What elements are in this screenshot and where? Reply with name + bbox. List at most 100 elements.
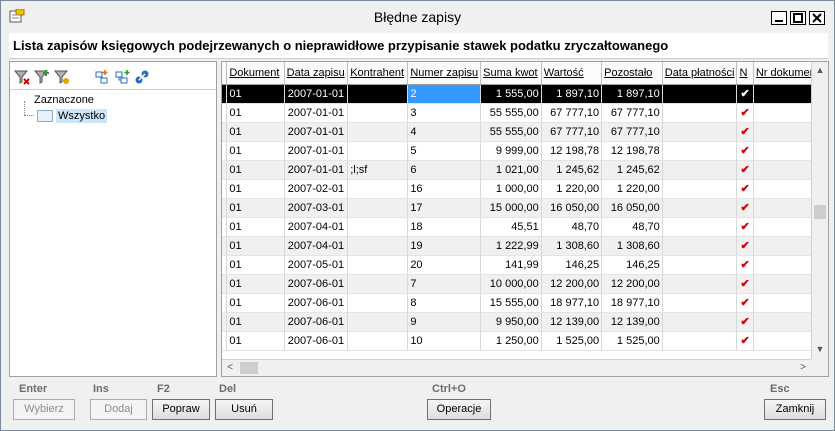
cell-wartosc[interactable]: 1 245,62 xyxy=(541,160,603,180)
cell-kontrahent[interactable]: ;l;sf xyxy=(347,160,409,180)
table-row[interactable]: 01 2007-06-01 9 9 950,00 12 139,00 12 139,00 ✔ xyxy=(222,312,828,332)
cell-dokument[interactable]: 01 xyxy=(226,255,285,275)
table-row[interactable]: 01 2007-01-01 3 55 555,00 67 777,10 67 777,10… xyxy=(222,103,828,123)
cell-data-platnosci[interactable] xyxy=(662,103,738,123)
cell-suma-kwot[interactable]: 10 000,00 xyxy=(480,274,542,294)
cell-wartosc[interactable]: 1 220,00 xyxy=(541,179,603,199)
cell-kontrahent[interactable] xyxy=(347,122,409,142)
cell-pozostalo[interactable]: 48,70 xyxy=(601,217,663,237)
filter-edit-icon[interactable] xyxy=(54,69,70,85)
cell-dokument[interactable]: 01 xyxy=(226,293,285,313)
check-icon[interactable]: ✔ xyxy=(736,217,754,237)
cell-dokument[interactable]: 01 xyxy=(226,217,285,237)
cell-dokument[interactable]: 01 xyxy=(226,141,285,161)
table-row[interactable]: 01 2007-01-01 2 1 555,00 1 897,10 1 897,10 ✔ xyxy=(222,84,828,104)
table-row[interactable]: 01 2007-04-01 19 1 222,99 1 308,60 1 308,60 ✔ xyxy=(222,236,828,256)
cell-suma-kwot[interactable]: 55 555,00 xyxy=(480,103,542,123)
table-row[interactable]: 01 2007-05-01 20 141,99 146,25 146,25 ✔ xyxy=(222,255,828,275)
cell-dokument[interactable]: 01 xyxy=(226,84,285,104)
horizontal-scrollbar[interactable]: < > xyxy=(222,359,812,376)
cell-suma-kwot[interactable]: 1 222,99 xyxy=(480,236,542,256)
cell-numer-zapisu[interactable]: 8 xyxy=(407,293,482,313)
cell-dokument[interactable]: 01 xyxy=(226,160,285,180)
table-row[interactable]: 01 2007-04-01 18 45,51 48,70 48,70 ✔ xyxy=(222,217,828,237)
cell-data-zapisu[interactable]: 2007-01-01 xyxy=(284,141,349,161)
column-header-n[interactable]: N xyxy=(736,62,754,85)
check-icon[interactable]: ✔ xyxy=(736,293,754,313)
add-button[interactable]: Dodaj xyxy=(90,399,147,420)
table-row[interactable]: 01 2007-02-01 16 1 000,00 1 220,00 1 220,00 ✔ xyxy=(222,179,828,199)
maximize-button[interactable] xyxy=(790,11,806,25)
check-icon[interactable]: ✔ xyxy=(736,312,754,332)
column-header-kontrahent[interactable]: Kontrahent xyxy=(347,62,409,85)
select-button[interactable]: Wybierz xyxy=(13,399,75,420)
close-window-button[interactable] xyxy=(809,11,825,25)
cell-data-zapisu[interactable]: 2007-05-01 xyxy=(284,255,349,275)
cell-dokument[interactable]: 01 xyxy=(226,198,285,218)
cell-data-zapisu[interactable]: 2007-06-01 xyxy=(284,331,349,351)
check-icon[interactable]: ✔ xyxy=(736,198,754,218)
filter-remove-icon[interactable] xyxy=(14,69,30,85)
cell-data-platnosci[interactable] xyxy=(662,84,738,104)
table-row[interactable]: 01 2007-01-01 5 9 999,00 12 198,78 12 198,78 ✔ xyxy=(222,141,828,161)
cell-pozostalo[interactable]: 18 977,10 xyxy=(601,293,663,313)
cell-pozostalo[interactable]: 146,25 xyxy=(601,255,663,275)
cell-data-platnosci[interactable] xyxy=(662,255,738,275)
cell-pozostalo[interactable]: 1 245,62 xyxy=(601,160,663,180)
check-icon[interactable]: ✔ xyxy=(736,141,754,161)
scroll-down-icon[interactable]: ▼ xyxy=(814,344,826,356)
tree-add-child-icon[interactable] xyxy=(114,69,130,85)
cell-wartosc[interactable]: 12 139,00 xyxy=(541,312,603,332)
cell-data-platnosci[interactable] xyxy=(662,312,738,332)
records-grid[interactable]: Dokument Data zapisu Kontrahent Numer za… xyxy=(221,61,829,377)
operations-button[interactable]: Operacje xyxy=(427,399,491,420)
column-header-suma-kwot[interactable]: Suma kwot xyxy=(480,62,542,85)
cell-pozostalo[interactable]: 12 198,78 xyxy=(601,141,663,161)
cell-data-zapisu[interactable]: 2007-02-01 xyxy=(284,179,349,199)
cell-kontrahent[interactable] xyxy=(347,84,409,104)
tree-add-icon[interactable] xyxy=(94,69,110,85)
cell-data-platnosci[interactable] xyxy=(662,141,738,161)
table-row[interactable]: 01 2007-03-01 17 15 000,00 16 050,00 16 050,0… xyxy=(222,198,828,218)
cell-kontrahent[interactable] xyxy=(347,217,409,237)
table-row[interactable]: 01 2007-01-01 4 55 555,00 67 777,10 67 777,10… xyxy=(222,122,828,142)
column-header-dokument[interactable]: Dokument xyxy=(226,62,285,85)
cell-numer-zapisu[interactable]: 2 xyxy=(407,84,482,104)
tree-link-icon[interactable] xyxy=(134,69,150,85)
vertical-scrollbar[interactable]: ▲ ▼ xyxy=(811,62,828,359)
cell-kontrahent[interactable] xyxy=(347,312,409,332)
minimize-button[interactable] xyxy=(771,11,787,25)
edit-button[interactable]: Popraw xyxy=(152,399,210,420)
cell-data-zapisu[interactable]: 2007-04-01 xyxy=(284,217,349,237)
cell-wartosc[interactable]: 1 525,00 xyxy=(541,331,603,351)
cell-kontrahent[interactable] xyxy=(347,198,409,218)
cell-numer-zapisu[interactable]: 19 xyxy=(407,236,482,256)
cell-suma-kwot[interactable]: 45,51 xyxy=(480,217,542,237)
cell-wartosc[interactable]: 67 777,10 xyxy=(541,122,603,142)
cell-data-platnosci[interactable] xyxy=(662,198,738,218)
cell-suma-kwot[interactable]: 9 999,00 xyxy=(480,141,542,161)
tree-item-wszystko[interactable]: Wszystko xyxy=(37,108,108,124)
check-icon[interactable]: ✔ xyxy=(736,179,754,199)
cell-dokument[interactable]: 01 xyxy=(226,179,285,199)
table-row[interactable]: 01 2007-01-01 ;l;sf 6 1 021,00 1 245,62 1 245,… xyxy=(222,160,828,180)
cell-kontrahent[interactable] xyxy=(347,293,409,313)
cell-pozostalo[interactable]: 1 308,60 xyxy=(601,236,663,256)
cell-suma-kwot[interactable]: 1 555,00 xyxy=(480,84,542,104)
cell-wartosc[interactable]: 146,25 xyxy=(541,255,603,275)
cell-numer-zapisu[interactable]: 5 xyxy=(407,141,482,161)
cell-suma-kwot[interactable]: 9 950,00 xyxy=(480,312,542,332)
cell-numer-zapisu[interactable]: 9 xyxy=(407,312,482,332)
cell-kontrahent[interactable] xyxy=(347,255,409,275)
cell-wartosc[interactable]: 67 777,10 xyxy=(541,103,603,123)
cell-pozostalo[interactable]: 12 139,00 xyxy=(601,312,663,332)
check-icon[interactable]: ✔ xyxy=(736,236,754,256)
cell-kontrahent[interactable] xyxy=(347,331,409,351)
column-header-data-platnosci[interactable]: Data płatności xyxy=(662,62,738,85)
cell-dokument[interactable]: 01 xyxy=(226,122,285,142)
cell-numer-zapisu[interactable]: 20 xyxy=(407,255,482,275)
cell-data-zapisu[interactable]: 2007-04-01 xyxy=(284,236,349,256)
cell-kontrahent[interactable] xyxy=(347,179,409,199)
cell-numer-zapisu[interactable]: 7 xyxy=(407,274,482,294)
cell-numer-zapisu[interactable]: 18 xyxy=(407,217,482,237)
